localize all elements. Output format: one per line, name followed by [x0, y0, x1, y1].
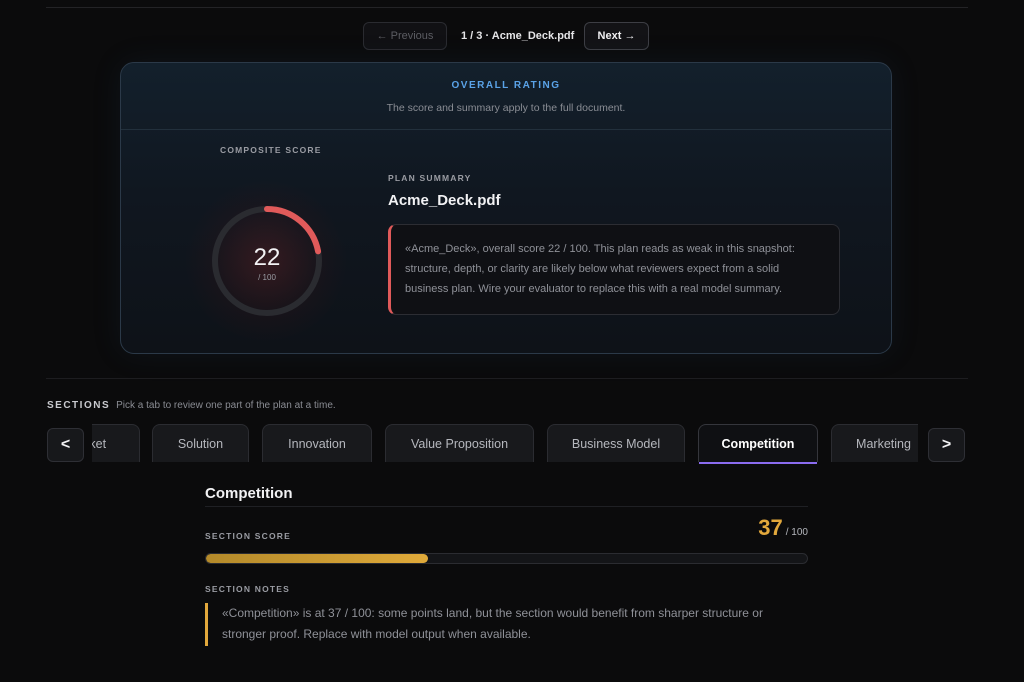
document-pager: ← Previous 1 / 3 · Acme_Deck.pdf Next →: [0, 22, 1024, 50]
overall-rating-subtitle: The score and summary apply to the full …: [386, 102, 626, 114]
section-score-bar-fill: [206, 554, 429, 563]
section-divider: [46, 378, 968, 379]
section-score-max: / 100: [785, 527, 808, 538]
section-notes-label: SECTION NOTES: [205, 584, 291, 594]
section-tabs: Market Solution Innovation Value Proposi…: [92, 424, 918, 464]
tab-marketing[interactable]: Marketing: [831, 424, 918, 462]
plan-summary-text: «Acme_Deck», overall score 22 / 100. Thi…: [388, 224, 840, 315]
tab-competition[interactable]: Competition: [698, 424, 818, 464]
overall-rating-header: OVERALL RATING The score and summary app…: [121, 63, 891, 130]
composite-score-max: / 100: [258, 273, 276, 282]
tabs-scroll-left-button[interactable]: <: [47, 428, 84, 462]
plan-summary-label: PLAN SUMMARY: [388, 173, 472, 183]
section-title-rule: [205, 506, 808, 507]
section-notes-text: «Competition» is at 37 / 100: some point…: [205, 603, 808, 646]
next-button[interactable]: Next →: [584, 22, 649, 50]
overall-rating-card: OVERALL RATING The score and summary app…: [120, 62, 892, 354]
tab-market[interactable]: Market: [92, 424, 140, 462]
sections-hint: Pick a tab to review one part of the pla…: [116, 400, 336, 411]
page-indicator: 1 / 3 · Acme_Deck.pdf: [461, 30, 575, 42]
top-divider: [46, 7, 968, 8]
sections-header: SECTIONS Pick a tab to review one part of…: [47, 400, 336, 411]
section-score-bar: [205, 553, 808, 564]
tab-innovation[interactable]: Innovation: [262, 424, 372, 462]
composite-score-label: COMPOSITE SCORE: [220, 145, 322, 155]
tabs-scroll-right-button[interactable]: >: [928, 428, 965, 462]
composite-score-value: 22: [253, 244, 281, 271]
section-score-value: 37: [758, 515, 783, 540]
tab-business-model[interactable]: Business Model: [547, 424, 685, 462]
tab-solution[interactable]: Solution: [152, 424, 249, 462]
tab-value-proposition[interactable]: Value Proposition: [385, 424, 534, 462]
previous-button[interactable]: ← Previous: [363, 22, 447, 50]
section-score-label: SECTION SCORE: [205, 531, 291, 541]
section-title: Competition: [205, 485, 293, 502]
sections-kicker: SECTIONS: [47, 400, 111, 411]
plan-title: Acme_Deck.pdf: [388, 192, 501, 209]
overall-rating-kicker: OVERALL RATING: [451, 80, 561, 91]
section-score: 37/ 100: [758, 515, 808, 541]
